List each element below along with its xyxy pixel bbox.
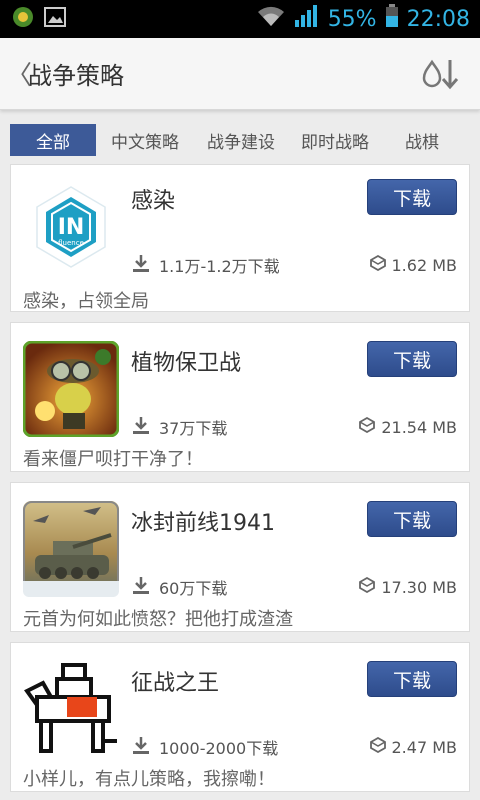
title-bar: 〈 战争策略 xyxy=(0,38,480,110)
app-description: 看来僵尸呗打干净了！ xyxy=(23,449,203,470)
app-list: IN fluence 感染 下载 1.1万-1.2万下载 1.62 MB 感染，… xyxy=(10,164,470,800)
download-count-icon xyxy=(131,253,151,277)
sort-icon[interactable] xyxy=(420,56,460,92)
app-description: 元首为何如此愤怒？把他打成渣渣 xyxy=(23,609,293,630)
app-name: 感染 xyxy=(131,189,176,214)
list-item[interactable]: 征战之王 下载 1000-2000下载 2.47 MB 小样儿，有点儿策略，我擦… xyxy=(10,642,470,792)
package-icon xyxy=(369,736,386,757)
download-count: 1.1万-1.2万下载 xyxy=(159,257,280,276)
back-button[interactable]: 〈 xyxy=(0,55,32,92)
app-icon: IN fluence xyxy=(23,179,119,275)
app-icon-subtext: fluence xyxy=(58,239,84,247)
download-button[interactable]: 下载 xyxy=(367,341,457,377)
download-button[interactable]: 下载 xyxy=(367,661,457,697)
list-item[interactable]: 冰封前线1941 下载 60万下载 17.30 MB 元首为何如此愤怒？把他打成… xyxy=(10,482,470,632)
file-size: 21.54 MB xyxy=(381,417,457,437)
battery-percent: 55% xyxy=(327,6,377,32)
app-icon xyxy=(23,341,119,437)
notification-app-icon xyxy=(12,6,34,32)
app-meta: 1000-2000下载 2.47 MB xyxy=(131,735,457,759)
package-icon xyxy=(369,254,386,275)
app-meta: 1.1万-1.2万下载 1.62 MB xyxy=(131,253,457,277)
download-count-icon xyxy=(131,735,151,759)
download-button[interactable]: 下载 xyxy=(367,501,457,537)
signal-icon xyxy=(294,4,320,34)
tab-chinese-strategy[interactable]: 中文策略 xyxy=(96,124,194,156)
download-count-icon xyxy=(131,575,151,599)
status-bar: 55% 22:08 xyxy=(0,0,480,38)
app-name: 植物保卫战 xyxy=(131,351,242,376)
image-notification-icon xyxy=(44,7,66,31)
page-title: 战争策略 xyxy=(28,62,124,90)
app-icon xyxy=(23,501,119,597)
app-description: 小样儿，有点儿策略，我擦嘞！ xyxy=(23,769,275,790)
file-size: 1.62 MB xyxy=(391,255,458,275)
download-count: 1000-2000下载 xyxy=(159,739,279,758)
clock: 22:08 xyxy=(406,6,470,32)
tab-war-chess[interactable]: 战棋 xyxy=(382,124,462,156)
download-count: 60万下载 xyxy=(159,579,228,598)
file-size: 2.47 MB xyxy=(391,737,458,757)
list-item[interactable]: 植物保卫战 下载 37万下载 21.54 MB 看来僵尸呗打干净了！ xyxy=(10,322,470,472)
app-description: 感染，占领全局 xyxy=(23,291,149,312)
app-icon-letters: IN xyxy=(58,215,85,240)
app-meta: 60万下载 17.30 MB xyxy=(131,575,457,599)
tab-rts[interactable]: 即时战略 xyxy=(288,124,382,156)
wifi-icon xyxy=(256,5,286,33)
battery-icon xyxy=(385,4,399,34)
download-button[interactable]: 下载 xyxy=(367,179,457,215)
list-item[interactable]: IN fluence 感染 下载 1.1万-1.2万下载 1.62 MB 感染，… xyxy=(10,164,470,312)
app-icon xyxy=(23,661,119,757)
tab-all[interactable]: 全部 xyxy=(10,124,96,156)
app-name: 冰封前线1941 xyxy=(131,511,275,536)
download-count-icon xyxy=(131,415,151,439)
tab-war-building[interactable]: 战争建设 xyxy=(194,124,288,156)
app-meta: 37万下载 21.54 MB xyxy=(131,415,457,439)
category-tabs: 全部 中文策略 战争建设 即时战略 战棋 xyxy=(0,118,480,162)
package-icon xyxy=(359,576,376,597)
package-icon xyxy=(359,416,376,437)
file-size: 17.30 MB xyxy=(381,577,457,597)
download-count: 37万下载 xyxy=(159,419,228,438)
app-name: 征战之王 xyxy=(131,671,220,696)
